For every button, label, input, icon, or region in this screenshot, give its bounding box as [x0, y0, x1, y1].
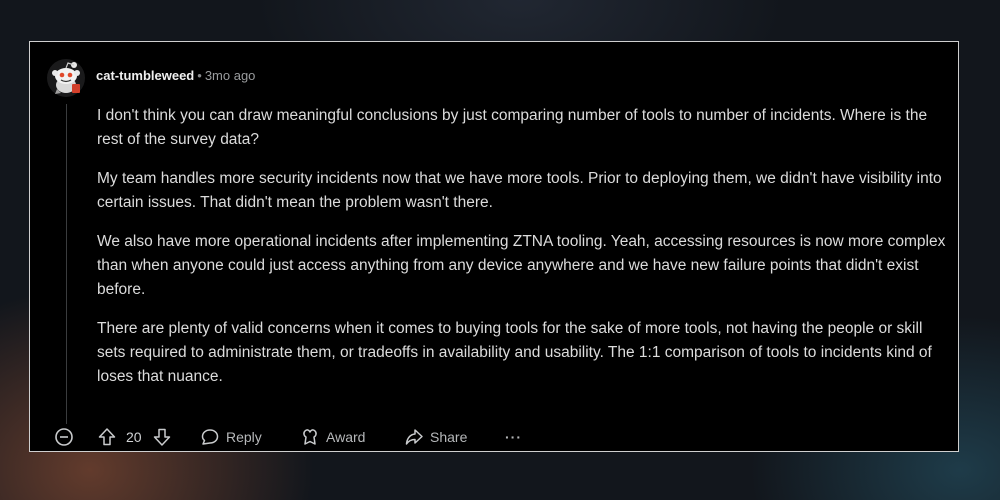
username-link[interactable]: cat-tumbleweed	[96, 68, 194, 83]
meta-separator: •	[197, 68, 202, 83]
share-arrow-icon	[404, 427, 424, 447]
award-icon	[300, 427, 320, 447]
avatar[interactable]	[47, 59, 85, 97]
more-options-button[interactable]: ···	[505, 424, 522, 450]
downvote-arrow-icon	[152, 427, 172, 447]
thread-line[interactable]	[66, 104, 67, 424]
comment-paragraph: There are plenty of valid concerns when …	[97, 320, 932, 385]
snoo-avatar-icon	[47, 59, 85, 97]
share-button[interactable]: Share	[404, 424, 467, 450]
downvote-button[interactable]	[152, 424, 172, 450]
speech-bubble-icon	[200, 427, 220, 447]
comment-card: cat-tumbleweed • 3mo ago I don't think you…	[29, 41, 959, 452]
comment-paragraph: We also have more operational incidents …	[97, 233, 946, 298]
upvote-arrow-icon	[97, 427, 117, 447]
share-label: Share	[430, 429, 468, 445]
comment-action-bar: 20 Reply Award Share ···	[54, 424, 934, 450]
upvote-button[interactable]	[97, 424, 117, 450]
award-button[interactable]: Award	[300, 424, 365, 450]
comment-body: I don't think you can draw meaningful co…	[97, 104, 947, 404]
award-label: Award	[326, 429, 366, 445]
comment-meta: cat-tumbleweed • 3mo ago	[96, 68, 255, 84]
collapse-button[interactable]	[54, 424, 74, 450]
reply-label: Reply	[226, 429, 262, 445]
more-options-icon: ···	[505, 429, 522, 445]
vote-count: 20	[126, 429, 142, 445]
collapse-icon	[54, 427, 74, 447]
timestamp[interactable]: 3mo ago	[205, 68, 256, 83]
reply-button[interactable]: Reply	[200, 424, 262, 450]
comment-paragraph: I don't think you can draw meaningful co…	[97, 107, 928, 148]
comment-paragraph: My team handles more security incidents …	[97, 170, 942, 211]
